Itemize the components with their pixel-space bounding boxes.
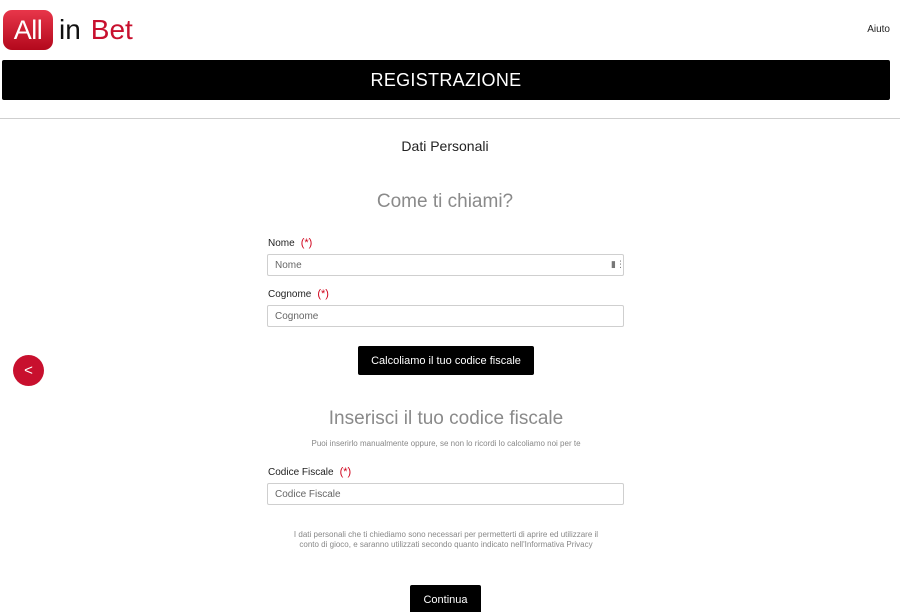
codice-fiscale-required-mark: (*): [339, 466, 352, 478]
allinbet-logo[interactable]: All in Bet: [3, 10, 133, 50]
tax-code-heading: Inserisci il tuo codice fiscale: [328, 408, 564, 429]
help-link[interactable]: Aiuto: [867, 24, 890, 35]
calculate-tax-code-button[interactable]: Calcoliamo il tuo codice fiscale: [358, 346, 534, 375]
cognome-label: Cognome (*): [268, 288, 329, 300]
nome-label-text: Nome: [268, 238, 295, 249]
name-question-heading: Come ti chiami?: [376, 191, 514, 212]
codice-fiscale-label-text: Codice Fiscale: [268, 467, 334, 478]
page-title-bar: REGISTRAZIONE: [2, 60, 890, 100]
cognome-input[interactable]: [267, 305, 624, 327]
cognome-required-mark: (*): [317, 288, 329, 300]
nome-input[interactable]: [267, 254, 624, 276]
page-title: REGISTRAZIONE: [370, 69, 522, 90]
header-divider: [0, 118, 900, 119]
codice-fiscale-label: Codice Fiscale (*): [268, 466, 351, 478]
autofill-key-icon[interactable]: ▮⋮: [611, 259, 625, 270]
chevron-left-icon: <: [24, 362, 33, 379]
tax-code-hint: Puoi inserirlo manualmente oppure, se no…: [311, 439, 581, 448]
logo-in-text: in: [59, 14, 81, 45]
codice-fiscale-input[interactable]: [267, 483, 624, 505]
logo-all-box: All: [3, 10, 53, 50]
site-header: All in Bet Aiuto: [0, 0, 900, 58]
back-button[interactable]: <: [13, 355, 44, 386]
nome-required-mark: (*): [300, 237, 313, 249]
logo-bet-text: Bet: [90, 14, 133, 45]
privacy-note: I dati personali che ti chiediamo sono n…: [293, 530, 599, 549]
continue-button[interactable]: Continua: [410, 585, 481, 612]
section-label: Dati Personali: [401, 138, 489, 154]
cognome-label-text: Cognome: [268, 289, 312, 300]
nome-label: Nome (*): [268, 237, 312, 249]
